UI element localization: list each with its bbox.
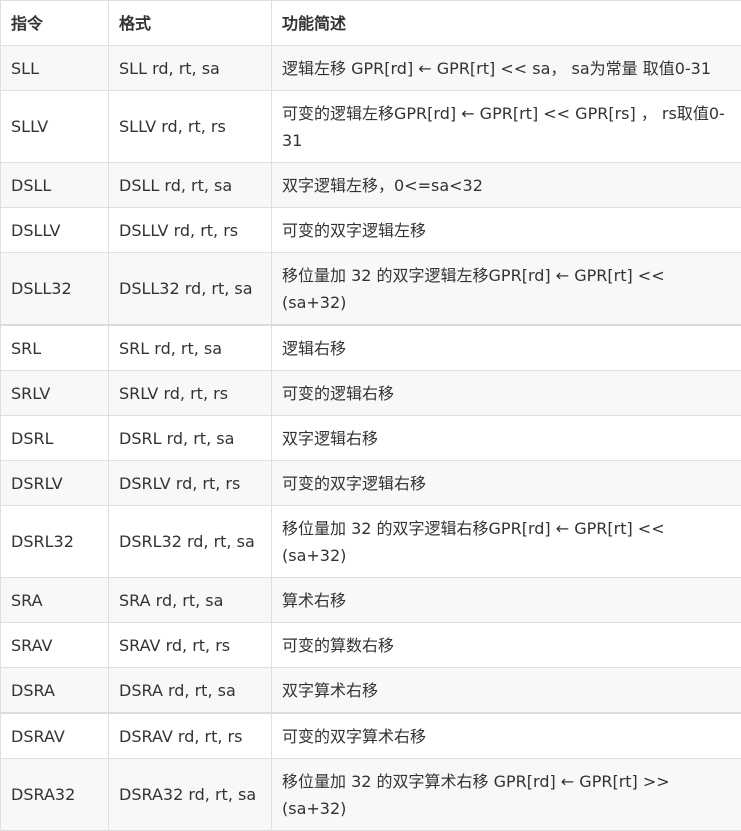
cell-instruction: SRL [1,325,109,371]
instruction-table: 指令 格式 功能简述 SLL SLL rd, rt, sa 逻辑左移 GPR[r… [0,0,741,831]
table-row: DSRAV DSRAV rd, rt, rs 可变的双字算术右移 [1,713,741,759]
cell-instruction: SRA [1,578,109,623]
cell-description: 可变的逻辑右移 [272,371,741,416]
cell-instruction: DSLL [1,163,109,208]
table-row: SRL SRL rd, rt, sa 逻辑右移 [1,325,741,371]
cell-format: DSRA32 rd, rt, sa [109,759,272,831]
cell-format: DSRLV rd, rt, rs [109,461,272,506]
table-row: DSRA32 DSRA32 rd, rt, sa 移位量加 32 的双字算术右移… [1,759,741,831]
cell-format: DSRAV rd, rt, rs [109,713,272,759]
cell-description: 双字逻辑右移 [272,416,741,461]
cell-format: SRLV rd, rt, rs [109,371,272,416]
cell-description: 可变的双字逻辑左移 [272,208,741,253]
cell-format: SRA rd, rt, sa [109,578,272,623]
table-row: SRAV SRAV rd, rt, rs 可变的算数右移 [1,623,741,668]
cell-description: 逻辑左移 GPR[rd] ← GPR[rt] << sa， sa为常量 取值0-… [272,46,741,91]
cell-instruction: DSLL32 [1,253,109,326]
cell-format: DSLL32 rd, rt, sa [109,253,272,326]
cell-instruction: DSRAV [1,713,109,759]
cell-description: 算术右移 [272,578,741,623]
table-row: DSRA DSRA rd, rt, sa 双字算术右移 [1,668,741,714]
cell-instruction: SLL [1,46,109,91]
table-body: SLL SLL rd, rt, sa 逻辑左移 GPR[rd] ← GPR[rt… [1,46,741,831]
cell-instruction: DSLLV [1,208,109,253]
table-row: DSRL32 DSRL32 rd, rt, sa 移位量加 32 的双字逻辑右移… [1,506,741,578]
cell-instruction: SRAV [1,623,109,668]
header-format: 格式 [109,1,272,46]
header-instruction: 指令 [1,1,109,46]
cell-format: SLL rd, rt, sa [109,46,272,91]
cell-instruction: DSRL32 [1,506,109,578]
cell-description: 双字逻辑左移，0<=sa<32 [272,163,741,208]
cell-description: 可变的算数右移 [272,623,741,668]
cell-format: DSLLV rd, rt, rs [109,208,272,253]
table-row: SLL SLL rd, rt, sa 逻辑左移 GPR[rd] ← GPR[rt… [1,46,741,91]
header-description: 功能简述 [272,1,741,46]
cell-description: 可变的逻辑左移GPR[rd] ← GPR[rt] << GPR[rs] ， rs… [272,91,741,163]
cell-description: 移位量加 32 的双字逻辑左移GPR[rd] ← GPR[rt] << (sa+… [272,253,741,326]
table-row: DSRLV DSRLV rd, rt, rs 可变的双字逻辑右移 [1,461,741,506]
cell-format: SRL rd, rt, sa [109,325,272,371]
cell-description: 双字算术右移 [272,668,741,714]
cell-format: SLLV rd, rt, rs [109,91,272,163]
cell-format: DSLL rd, rt, sa [109,163,272,208]
cell-instruction: SLLV [1,91,109,163]
cell-instruction: DSRL [1,416,109,461]
table-row: DSLL DSLL rd, rt, sa 双字逻辑左移，0<=sa<32 [1,163,741,208]
cell-instruction: DSRA [1,668,109,714]
table-row: DSLLV DSLLV rd, rt, rs 可变的双字逻辑左移 [1,208,741,253]
table-row: DSRL DSRL rd, rt, sa 双字逻辑右移 [1,416,741,461]
table-row: SLLV SLLV rd, rt, rs 可变的逻辑左移GPR[rd] ← GP… [1,91,741,163]
cell-instruction: DSRLV [1,461,109,506]
table-header: 指令 格式 功能简述 [1,1,741,46]
cell-description: 移位量加 32 的双字算术右移 GPR[rd] ← GPR[rt] >> (sa… [272,759,741,831]
cell-description: 可变的双字算术右移 [272,713,741,759]
cell-description: 可变的双字逻辑右移 [272,461,741,506]
cell-format: DSRA rd, rt, sa [109,668,272,714]
cell-format: DSRL32 rd, rt, sa [109,506,272,578]
header-row: 指令 格式 功能简述 [1,1,741,46]
cell-format: DSRL rd, rt, sa [109,416,272,461]
cell-description: 逻辑右移 [272,325,741,371]
cell-instruction: SRLV [1,371,109,416]
cell-format: SRAV rd, rt, rs [109,623,272,668]
table-row: DSLL32 DSLL32 rd, rt, sa 移位量加 32 的双字逻辑左移… [1,253,741,326]
cell-instruction: DSRA32 [1,759,109,831]
table-row: SRA SRA rd, rt, sa 算术右移 [1,578,741,623]
cell-description: 移位量加 32 的双字逻辑右移GPR[rd] ← GPR[rt] << (sa+… [272,506,741,578]
table-row: SRLV SRLV rd, rt, rs 可变的逻辑右移 [1,371,741,416]
